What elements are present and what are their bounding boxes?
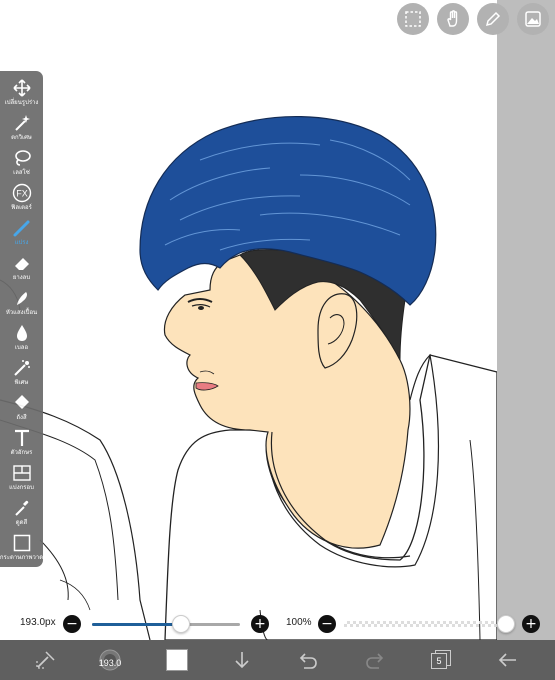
download-button[interactable] [227, 645, 257, 675]
pen-icon [485, 11, 501, 27]
image-button[interactable] [517, 3, 549, 35]
opacity-decrease-button[interactable]: − [318, 615, 336, 633]
canvas-icon [13, 534, 30, 552]
text-icon [14, 429, 29, 446]
tool-label: หัวแสงเปื้อน [5, 309, 38, 316]
color-swatch [166, 649, 188, 671]
tool-label: พิเศษ [14, 379, 29, 386]
redo-icon [366, 653, 384, 669]
tool-special[interactable]: พิเศษ [0, 357, 43, 393]
tool-blur[interactable]: เบลอ [0, 322, 43, 358]
frame-divider-icon [12, 465, 31, 481]
artwork [0, 116, 498, 641]
tool-label: แบ่งกรอบ [9, 484, 34, 491]
tool-eyedropper[interactable]: ดูดสี [0, 497, 43, 533]
tool-label: แปรง [14, 239, 29, 246]
hand-button[interactable] [437, 3, 469, 35]
tool-brush[interactable]: แปรง [0, 217, 43, 253]
tool-eraser[interactable]: ยางลบ [0, 252, 43, 288]
redo-button[interactable] [360, 645, 390, 675]
tool-label: เบลอ [14, 344, 29, 351]
layers-icon: 5 [431, 650, 451, 670]
tool-label: ดูดสี [15, 519, 28, 526]
pen-button[interactable] [477, 3, 509, 35]
brush-size-slider[interactable] [92, 623, 240, 626]
bottom-toolbar: 5 [0, 640, 555, 680]
brush-size-label: 193.0 [98, 658, 122, 668]
slider-row: 193.0px − + 100% − + [0, 612, 555, 638]
eraser-icon [14, 258, 29, 270]
tool-label: ยางลบ [12, 274, 31, 281]
svg-text:FX: FX [16, 189, 28, 199]
blur-icon [16, 325, 27, 341]
undo-icon [299, 653, 317, 669]
hand-icon [447, 10, 458, 27]
back-icon [498, 653, 516, 667]
move-icon [12, 79, 31, 97]
tool-lasso[interactable]: เลสโซ่ [0, 147, 43, 183]
brush-size-increase-button[interactable]: + [251, 615, 269, 633]
opacity-increase-button[interactable]: + [522, 615, 540, 633]
magic-wand-icon [14, 115, 30, 131]
layer-count: 5 [436, 656, 442, 666]
tool-label: ฟิลเตอร์ [11, 204, 32, 211]
tool-text[interactable]: ตัวอักษร [0, 427, 43, 463]
tool-palette: เปลี่ยนรูปร่าง ตกวิเศษ เลสโซ่ FX ฟิลเตอร… [0, 71, 43, 567]
back-button[interactable] [493, 645, 523, 675]
selection-button[interactable] [397, 3, 429, 35]
tool-canvas[interactable]: กระดาษภาพวาด [0, 532, 43, 568]
opacity-slider-knob[interactable] [497, 615, 515, 633]
transform-button[interactable] [30, 645, 60, 675]
brush-icon [13, 220, 29, 237]
opacity-value: 100% [286, 617, 312, 628]
tool-fill[interactable]: ถังสี [0, 392, 43, 428]
eyedropper-icon [14, 500, 28, 516]
canvas-margin [497, 0, 555, 640]
tool-filter[interactable]: FX ฟิลเตอร์ [0, 182, 43, 218]
brush-size-decrease-button[interactable]: − [63, 615, 81, 633]
opacity-slider[interactable] [344, 621, 506, 627]
layers-button[interactable]: 5 [426, 645, 456, 675]
tool-transform[interactable]: เปลี่ยนรูปร่าง [0, 77, 43, 113]
tool-label: ตัวอักษร [10, 449, 33, 456]
fill-bucket-icon [14, 395, 29, 409]
special-icon [13, 360, 30, 376]
tool-label: เลสโซ่ [13, 169, 30, 176]
tool-label: ตกวิเศษ [11, 134, 32, 141]
brush-size-slider-fill [92, 623, 181, 626]
brush-size-slider-knob[interactable] [171, 615, 190, 633]
brush-size-value: 193.0px [20, 617, 56, 628]
transform-icon [36, 651, 55, 669]
image-icon [525, 11, 541, 27]
smudge-icon [16, 292, 27, 305]
download-icon [235, 652, 249, 669]
tool-label: กระดาษภาพวาด [0, 554, 44, 561]
tool-label: ถังสี [16, 414, 27, 421]
tool-magic-wand[interactable]: ตกวิเศษ [0, 112, 43, 148]
tool-smudge[interactable]: หัวแสงเปื้อน [0, 287, 43, 323]
lasso-icon [14, 150, 31, 166]
fx-icon: FX [12, 183, 31, 203]
undo-button[interactable] [293, 645, 323, 675]
tool-frame-divider[interactable]: แบ่งกรอบ [0, 462, 43, 498]
drawing-canvas[interactable] [0, 0, 555, 680]
selection-icon [405, 11, 421, 27]
tool-label: เปลี่ยนรูปร่าง [4, 99, 39, 106]
color-swatch-button[interactable] [162, 645, 192, 675]
